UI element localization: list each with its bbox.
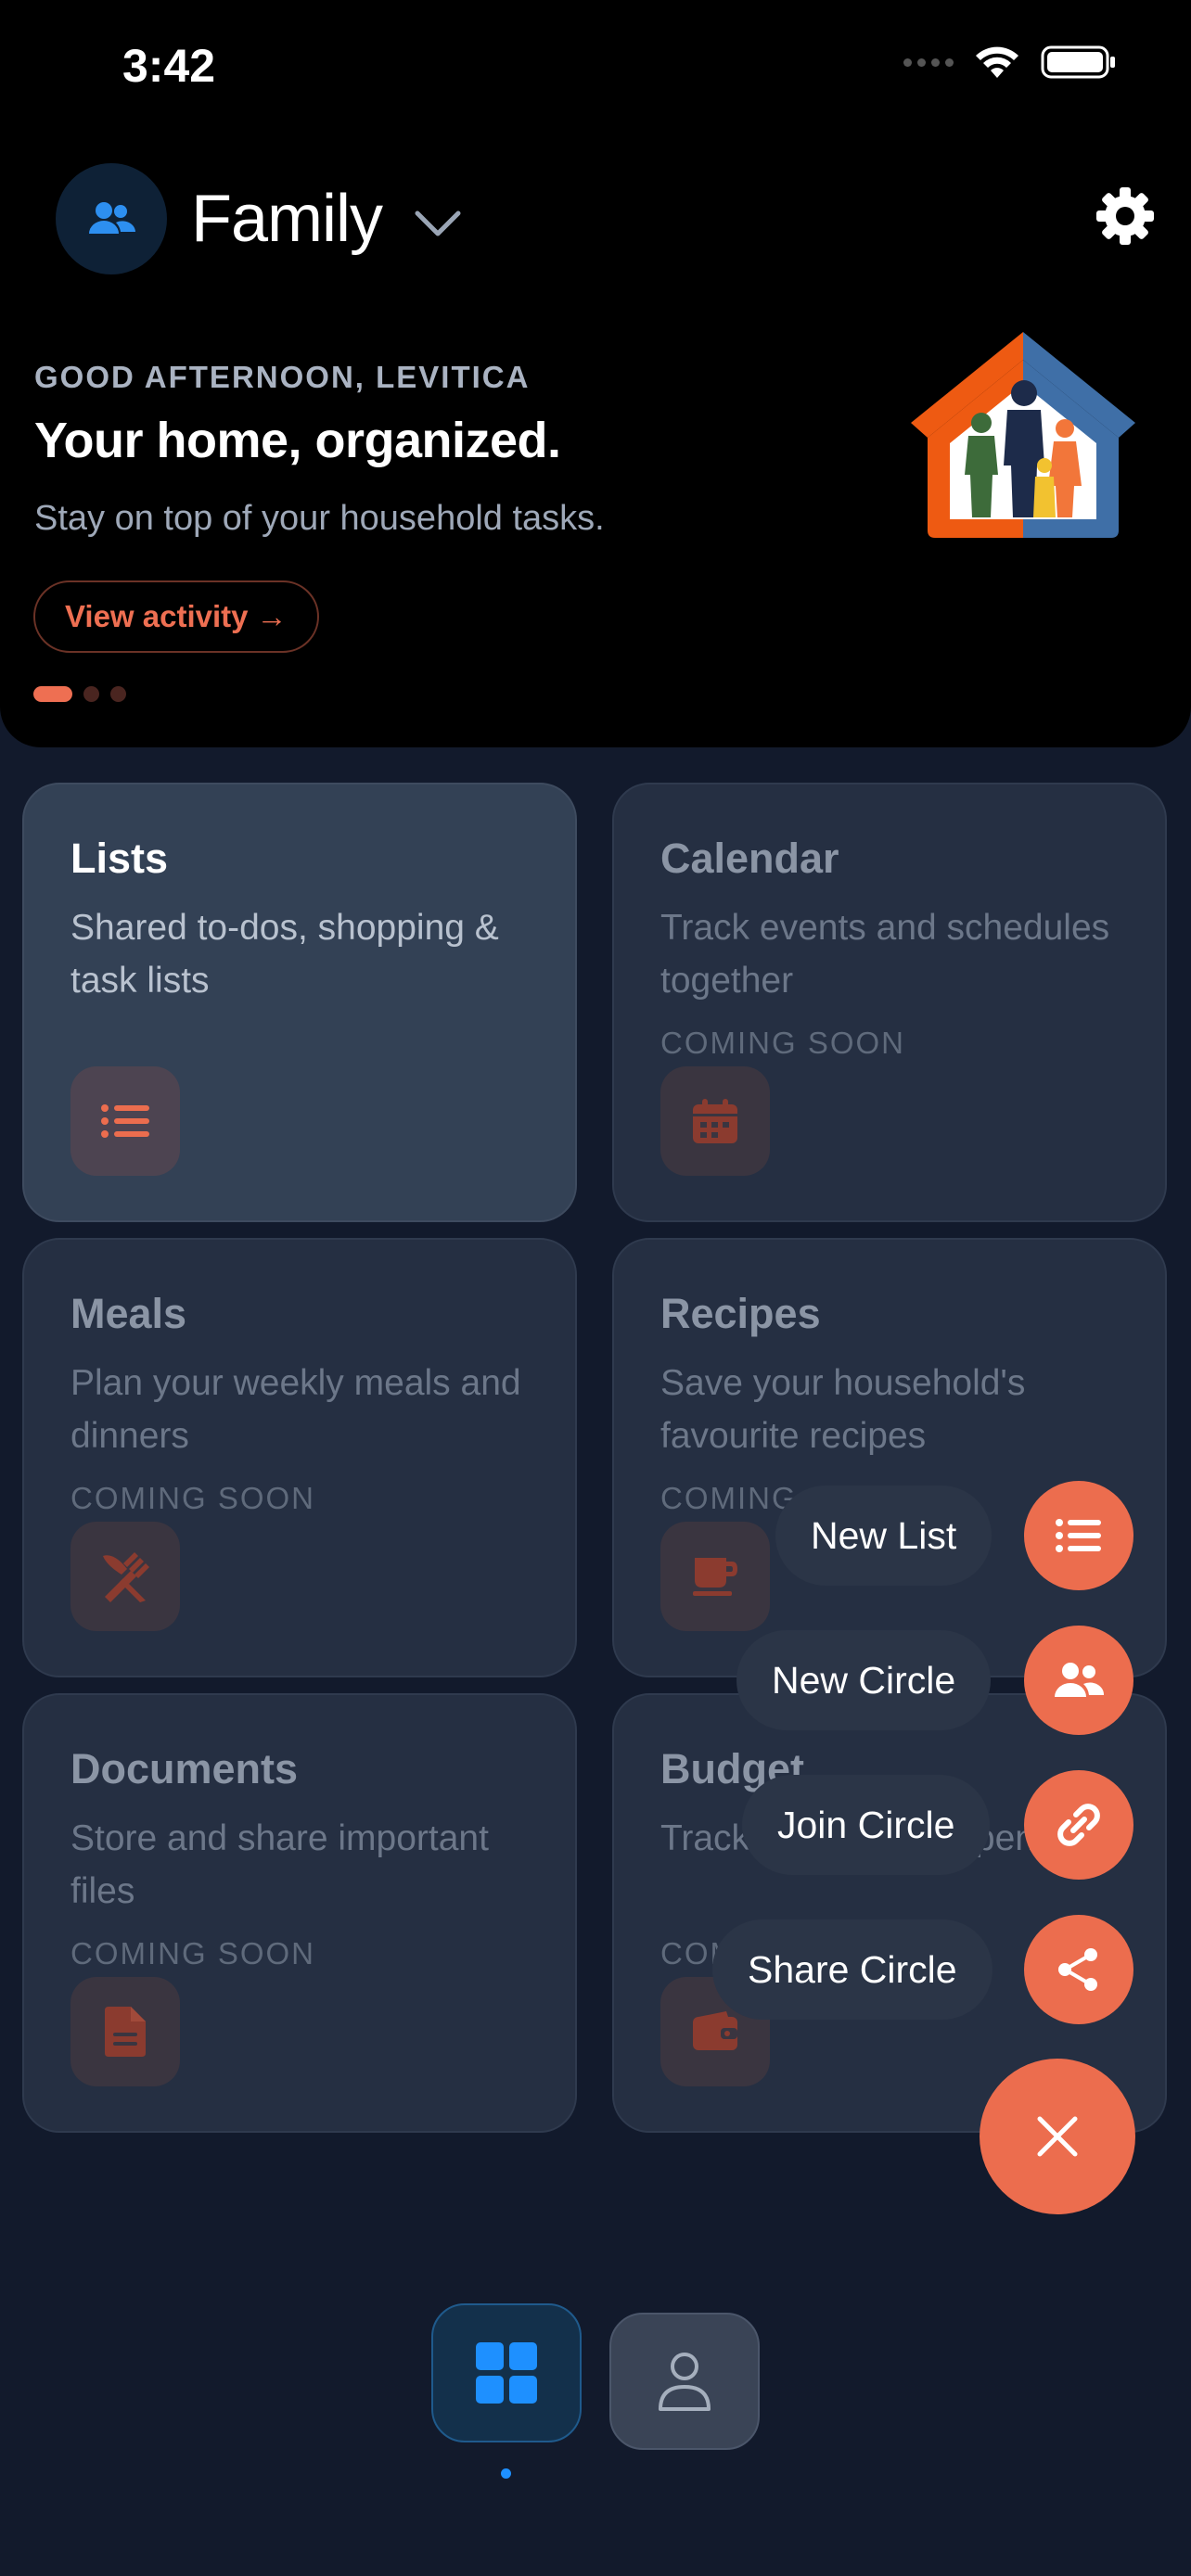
fab-new-list[interactable]: New List	[775, 1486, 992, 1586]
hero-headline: Your home, organized.	[34, 413, 561, 468]
card-calendar[interactable]: Calendar Track events and schedules toge…	[612, 783, 1167, 1222]
fab-new-circle[interactable]: New Circle	[736, 1630, 992, 1730]
cup-icon	[660, 1522, 770, 1631]
person-icon	[659, 2353, 711, 2411]
card-title: Calendar	[660, 835, 839, 882]
grid-icon	[476, 2342, 537, 2404]
calendar-icon	[660, 1066, 770, 1176]
card-description: Save your household's favourite recipes	[660, 1363, 1026, 1456]
fab-join-circle[interactable]: Join Circle	[742, 1775, 991, 1875]
tab-profile[interactable]	[609, 2313, 760, 2450]
card-meals[interactable]: Meals Plan your weekly meals and dinners…	[22, 1238, 577, 1677]
battery-icon	[1041, 45, 1115, 79]
list-icon[interactable]	[1024, 1481, 1133, 1590]
chevron-down-icon	[415, 210, 461, 236]
card-description: Plan your weekly meals and dinners	[70, 1363, 521, 1456]
wifi-icon	[976, 46, 1018, 78]
fab-share-circle[interactable]: Share Circle	[712, 1919, 992, 2020]
tab-home[interactable]	[431, 2303, 582, 2442]
family-house-illustration	[911, 332, 1135, 538]
hero-pager[interactable]	[33, 686, 126, 702]
status-icons	[903, 45, 1117, 80]
share-icon[interactable]	[1024, 1915, 1133, 2024]
card-title: Recipes	[660, 1290, 821, 1337]
fab-close-button[interactable]	[980, 2059, 1135, 2214]
file-icon	[70, 1977, 180, 2086]
settings-gear-icon[interactable]	[1095, 185, 1156, 247]
people-icon	[89, 202, 135, 234]
card-title: Documents	[70, 1745, 299, 1792]
fab-label[interactable]: Share Circle	[712, 1919, 992, 2020]
card-documents[interactable]: Documents Store and share important file…	[22, 1693, 577, 2133]
greeting-text: GOOD AFTERNOON, LEVITICA	[34, 360, 531, 394]
card-lists[interactable]: Lists Shared to-dos, shopping & task lis…	[22, 783, 577, 1222]
coming-soon-label: COMING SOON	[70, 1936, 316, 1970]
card-description: Shared to-dos, shopping & task lists	[70, 908, 499, 1001]
signal-icon	[903, 57, 954, 67]
pager-dot[interactable]	[83, 686, 99, 702]
card-title: Lists	[70, 835, 169, 882]
view-activity-button[interactable]: View activity →	[33, 580, 319, 653]
card-recipes[interactable]: Recipes Save your household's favourite …	[612, 1238, 1167, 1677]
hero-subline: Stay on top of your household tasks.	[34, 499, 605, 538]
card-title: Meals	[70, 1290, 187, 1337]
circle-avatar	[56, 163, 167, 274]
circle-switcher[interactable]: Family	[56, 163, 462, 274]
fab-label[interactable]: New List	[775, 1486, 992, 1586]
utensils-icon	[70, 1522, 180, 1631]
coming-soon-label: COMING SOON	[70, 1481, 316, 1515]
pager-dot-active[interactable]	[33, 686, 72, 702]
list-icon	[70, 1066, 180, 1176]
header-area: 3:42 Family GOOD AFTERNOON, LEVITICA You…	[0, 0, 1191, 747]
fab-label[interactable]: Join Circle	[742, 1775, 991, 1875]
circle-name: Family	[191, 182, 383, 256]
active-tab-indicator	[501, 2468, 511, 2479]
status-time: 3:42	[122, 40, 216, 92]
coming-soon-label: COMING SOON	[660, 1026, 906, 1060]
card-description: Store and share important files	[70, 1818, 489, 1911]
close-icon	[1037, 2116, 1078, 2157]
people-icon[interactable]	[1024, 1626, 1133, 1735]
pager-dot[interactable]	[110, 686, 126, 702]
link-icon[interactable]	[1024, 1770, 1133, 1880]
fab-label[interactable]: New Circle	[736, 1630, 992, 1730]
card-description: Track events and schedules together	[660, 908, 1110, 1001]
